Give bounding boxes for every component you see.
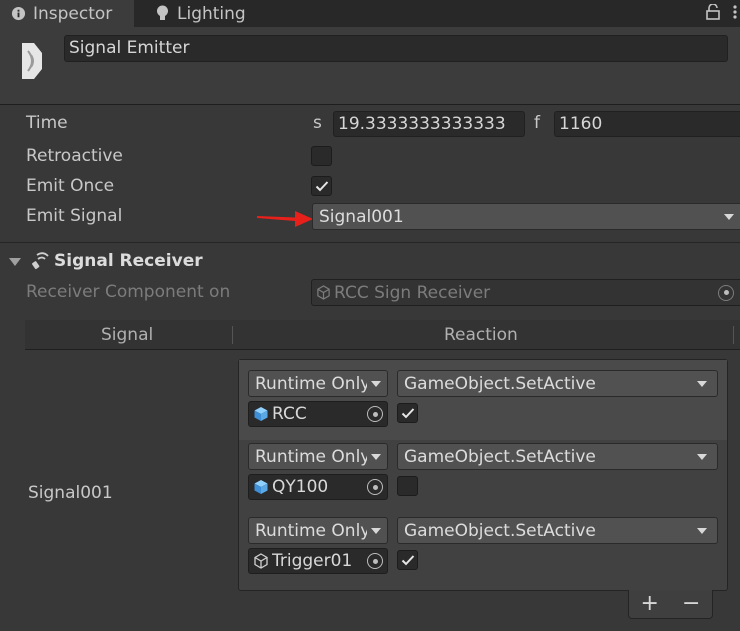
signal-receiver-icon xyxy=(29,251,49,276)
object-name-input[interactable]: Signal Emitter xyxy=(64,35,728,62)
add-reaction-button[interactable]: + xyxy=(641,593,659,615)
target-object-field[interactable]: Trigger01 xyxy=(248,548,388,574)
prefab-cube-icon xyxy=(254,480,268,494)
emit-signal-label: Emit Signal xyxy=(26,206,123,226)
tab-lighting[interactable]: Lighting xyxy=(144,0,264,27)
lock-icon[interactable] xyxy=(706,3,720,25)
foldout-arrow-icon[interactable] xyxy=(9,258,21,266)
signal-emitter-icon xyxy=(20,41,44,86)
bulb-icon xyxy=(154,5,170,22)
target-object-value: RCC xyxy=(272,404,307,424)
target-object-value: Trigger01 xyxy=(272,551,353,571)
receiver-component-label: Receiver Component on xyxy=(26,282,231,302)
object-picker-icon[interactable] xyxy=(367,479,383,495)
receiver-component-field: RCC Sign Receiver xyxy=(311,279,740,306)
function-dropdown[interactable]: GameObject.SetActive xyxy=(397,370,718,397)
runtime-mode-value: Runtime Only xyxy=(255,446,367,467)
target-object-field[interactable]: QY100 xyxy=(248,474,388,500)
chevron-down-icon xyxy=(697,453,707,460)
object-picker-icon[interactable] xyxy=(367,553,383,569)
tab-inspector[interactable]: Inspector xyxy=(0,0,134,27)
argument-checkbox[interactable] xyxy=(397,476,418,496)
object-picker-icon xyxy=(718,284,734,301)
time-seconds-input[interactable]: 19.3333333333333 xyxy=(333,111,525,137)
time-frames-input[interactable]: 1160 xyxy=(554,111,740,137)
runtime-mode-value: Runtime Only xyxy=(255,520,367,541)
target-object-field[interactable]: RCC xyxy=(248,401,388,427)
prefab-cube-icon xyxy=(254,407,268,421)
function-value: GameObject.SetActive xyxy=(404,446,596,467)
tab-label: Lighting xyxy=(177,3,246,24)
runtime-mode-value: Runtime Only xyxy=(255,373,367,394)
emit-once-checkbox[interactable] xyxy=(311,176,332,196)
column-signal: Signal xyxy=(101,325,154,345)
object-picker-icon[interactable] xyxy=(367,406,383,422)
more-menu-icon[interactable] xyxy=(733,4,737,25)
signal-receiver-title[interactable]: Signal Receiver xyxy=(54,251,203,271)
red-arrow-annotation xyxy=(257,211,313,227)
time-seconds-prefix: s xyxy=(313,113,322,133)
emit-signal-value: Signal001 xyxy=(319,206,404,227)
function-dropdown[interactable]: GameObject.SetActive xyxy=(397,443,718,470)
checkmark-icon xyxy=(401,408,414,419)
list-footer: + − xyxy=(628,590,713,619)
info-icon xyxy=(10,6,26,22)
chevron-down-icon xyxy=(697,527,707,534)
section-divider xyxy=(0,242,740,243)
signal-name-cell: Signal001 xyxy=(28,483,113,503)
column-divider[interactable] xyxy=(733,326,734,344)
chevron-down-icon xyxy=(697,380,707,387)
window-tab-bar: Inspector Lighting xyxy=(0,0,740,27)
chevron-down-icon xyxy=(724,213,734,220)
retroactive-label: Retroactive xyxy=(26,146,123,166)
signal-table-header: Signal Reaction xyxy=(25,320,740,350)
checkmark-icon xyxy=(401,555,414,566)
emit-once-label: Emit Once xyxy=(26,176,115,196)
target-object-value: QY100 xyxy=(272,477,329,497)
chevron-down-icon xyxy=(371,453,381,460)
emit-signal-dropdown[interactable]: Signal001 xyxy=(312,203,740,230)
inspector-header: Signal Emitter xyxy=(0,27,740,105)
component-cube-icon xyxy=(317,285,330,300)
function-value: GameObject.SetActive xyxy=(404,520,596,541)
function-dropdown[interactable]: GameObject.SetActive xyxy=(397,517,718,544)
chevron-down-icon xyxy=(371,527,381,534)
checkmark-icon xyxy=(315,181,328,192)
column-divider[interactable] xyxy=(232,326,233,344)
runtime-mode-dropdown[interactable]: Runtime Only xyxy=(248,517,388,544)
column-reaction: Reaction xyxy=(444,325,518,345)
retroactive-checkbox[interactable] xyxy=(311,146,332,166)
function-value: GameObject.SetActive xyxy=(404,373,596,394)
time-frames-prefix: f xyxy=(534,113,540,133)
time-label: Time xyxy=(26,113,68,133)
tab-label: Inspector xyxy=(33,3,113,24)
argument-checkbox[interactable] xyxy=(397,403,418,423)
chevron-down-icon xyxy=(371,380,381,387)
argument-checkbox[interactable] xyxy=(397,550,418,570)
receiver-component-value: RCC Sign Receiver xyxy=(334,282,491,303)
remove-reaction-button[interactable]: − xyxy=(682,593,700,615)
gameobject-cube-icon xyxy=(254,553,268,569)
runtime-mode-dropdown[interactable]: Runtime Only xyxy=(248,370,388,397)
runtime-mode-dropdown[interactable]: Runtime Only xyxy=(248,443,388,470)
